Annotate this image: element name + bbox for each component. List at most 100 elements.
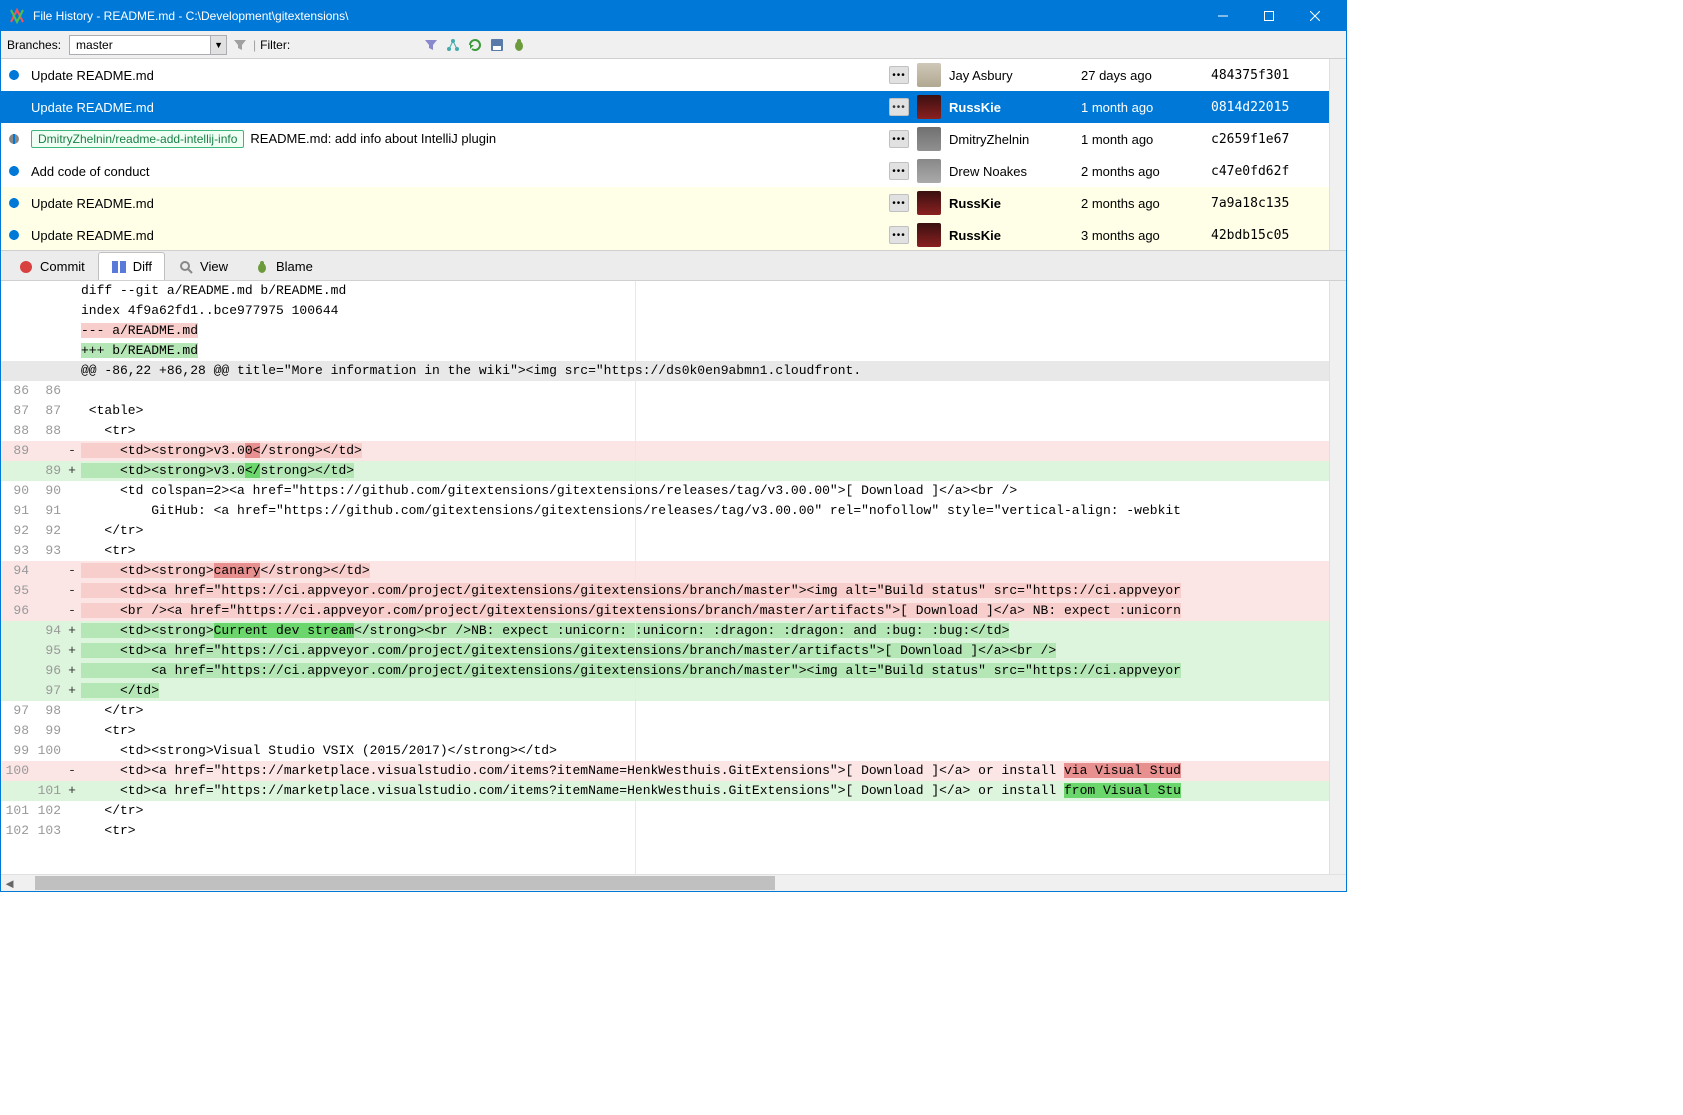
diff-line: 8888 <tr> — [1, 421, 1329, 441]
diff-scrollbar-vertical[interactable] — [1329, 281, 1346, 874]
avatar — [917, 159, 941, 183]
tab-blame[interactable]: Blame — [241, 252, 326, 280]
commit-hash: c47e0fd62f — [1211, 164, 1321, 179]
filter-label: Filter: — [260, 38, 290, 52]
commit-menu-button[interactable]: ••• — [889, 226, 909, 244]
commit-hash: 484375f301 — [1211, 68, 1321, 83]
blame-icon — [254, 259, 270, 275]
commit-row[interactable]: Update README.md ••• Jay Asbury27 days ago… — [1, 59, 1329, 91]
diff-line: 9090 <td colspan=2><a href="https://gith… — [1, 481, 1329, 501]
commit-icon — [18, 259, 34, 275]
tab-label: Commit — [40, 259, 85, 274]
commit-menu-button[interactable]: ••• — [889, 162, 909, 180]
tab-label: Diff — [133, 259, 152, 274]
diff-line: 95- <td><a href="https://ci.appveyor.com… — [1, 581, 1329, 601]
tab-label: Blame — [276, 259, 313, 274]
commit-date: 3 months ago — [1081, 228, 1211, 243]
detail-tabs: Commit Diff View Blame — [1, 251, 1346, 281]
app-icon — [9, 8, 25, 24]
minimize-button[interactable] — [1200, 1, 1246, 31]
close-button[interactable] — [1292, 1, 1338, 31]
commit-row[interactable]: DmitryZhelnin/readme-add-intellij-infoRE… — [1, 123, 1329, 155]
commit-message: Update README.md — [27, 196, 883, 211]
commit-menu-button[interactable]: ••• — [889, 194, 909, 212]
toolbar-separator: | — [253, 38, 256, 52]
diff-line: 9798 </tr> — [1, 701, 1329, 721]
diff-line: 95+ <td><a href="https://ci.appveyor.com… — [1, 641, 1329, 661]
commit-author: Drew Noakes — [941, 164, 1081, 179]
commit-hash: 7a9a18c135 — [1211, 196, 1321, 211]
funnel-icon[interactable] — [422, 36, 440, 54]
avatar — [917, 95, 941, 119]
avatar — [917, 223, 941, 247]
commit-author: RussKie — [941, 196, 1081, 211]
graph-icon[interactable] — [444, 36, 462, 54]
tab-label: View — [200, 259, 228, 274]
diff-line: 97+ </td> — [1, 681, 1329, 701]
diff-line: 8787 <table> — [1, 401, 1329, 421]
commit-row[interactable]: Update README.md•••RussKie3 months ago42… — [1, 219, 1329, 250]
bug-icon[interactable] — [510, 36, 528, 54]
maximize-button[interactable] — [1246, 1, 1292, 31]
tab-diff[interactable]: Diff — [98, 252, 165, 280]
commit-menu-button[interactable]: ••• — [889, 98, 909, 116]
commit-author: DmitryZhelnin — [941, 132, 1081, 147]
diff-line: @@ -86,22 +86,28 @@ title="More informat… — [1, 361, 1329, 381]
avatar — [917, 127, 941, 151]
diff-line: +++ b/README.md — [1, 341, 1329, 361]
scrollbar-thumb[interactable] — [35, 876, 775, 890]
branch-dropdown[interactable]: master ▼ — [69, 35, 227, 55]
diff-line: index 4f9a62fd1..bce977975 100644 — [1, 301, 1329, 321]
panel-divider[interactable] — [635, 281, 636, 874]
window-title: File History - README.md - C:\Developmen… — [33, 9, 1200, 23]
commit-menu-button[interactable]: ••• — [889, 130, 909, 148]
save-icon[interactable] — [488, 36, 506, 54]
filter-icon[interactable] — [231, 36, 249, 54]
commit-message: Update README.md — [27, 68, 883, 83]
diff-line: 101102 </tr> — [1, 801, 1329, 821]
diff-line: 9393 <tr> — [1, 541, 1329, 561]
diff-line: diff --git a/README.md b/README.md — [1, 281, 1329, 301]
commit-message: DmitryZhelnin/readme-add-intellij-infoRE… — [27, 130, 883, 148]
branches-label: Branches: — [7, 38, 61, 52]
commit-menu-button[interactable]: ••• — [889, 66, 909, 84]
branch-value: master — [70, 38, 210, 52]
diff-line: --- a/README.md — [1, 321, 1329, 341]
diff-line: 94- <td><strong>canary</strong></td> — [1, 561, 1329, 581]
toolbar: Branches: master ▼ | Filter: — [1, 31, 1346, 59]
chevron-down-icon[interactable]: ▼ — [210, 36, 226, 54]
commit-hash: c2659f1e67 — [1211, 132, 1321, 147]
avatar — [917, 191, 941, 215]
commit-author: Jay Asbury — [941, 68, 1081, 83]
commit-message: Update README.md — [27, 228, 883, 243]
commit-message: Add code of conduct — [27, 164, 883, 179]
commit-author: RussKie — [941, 228, 1081, 243]
diff-line: 9899 <tr> — [1, 721, 1329, 741]
diff-line: 96- <br /><a href="https://ci.appveyor.c… — [1, 601, 1329, 621]
diff-line: 99100 <td><strong>Visual Studio VSIX (20… — [1, 741, 1329, 761]
refresh-icon[interactable] — [466, 36, 484, 54]
history-scrollbar[interactable] — [1329, 59, 1346, 250]
commit-date: 27 days ago — [1081, 68, 1211, 83]
tab-view[interactable]: View — [165, 252, 241, 280]
diff-line: 9191 GitHub: <a href="https://github.com… — [1, 501, 1329, 521]
branch-tag[interactable]: DmitryZhelnin/readme-add-intellij-info — [31, 130, 244, 148]
commit-row[interactable]: Update README.md•••RussKie2 months ago7a… — [1, 187, 1329, 219]
diff-line: 89+ <td><strong>v3.0</strong></td> — [1, 461, 1329, 481]
diff-line: 89- <td><strong>v3.00</strong></td> — [1, 441, 1329, 461]
diff-line: 8686 — [1, 381, 1329, 401]
titlebar[interactable]: File History - README.md - C:\Developmen… — [1, 1, 1346, 31]
commit-history: Update README.md ••• Jay Asbury27 days ago… — [1, 59, 1346, 251]
view-icon — [178, 259, 194, 275]
diff-icon — [111, 259, 127, 275]
commit-date: 1 month ago — [1081, 100, 1211, 115]
diff-line: 96+ <a href="https://ci.appveyor.com/pro… — [1, 661, 1329, 681]
commit-author: RussKie — [941, 100, 1081, 115]
diff-line: 101+ <td><a href="https://marketplace.vi… — [1, 781, 1329, 801]
commit-row[interactable]: Update README.md•••RussKie1 month ago081… — [1, 91, 1329, 123]
commit-date: 1 month ago — [1081, 132, 1211, 147]
tab-commit[interactable]: Commit — [5, 252, 98, 280]
diff-scrollbar-horizontal[interactable]: ◄ — [1, 874, 1346, 891]
commit-row[interactable]: Add code of conduct•••Drew Noakes2 month… — [1, 155, 1329, 187]
diff-line: 94+ <td><strong>Current dev stream</stro… — [1, 621, 1329, 641]
